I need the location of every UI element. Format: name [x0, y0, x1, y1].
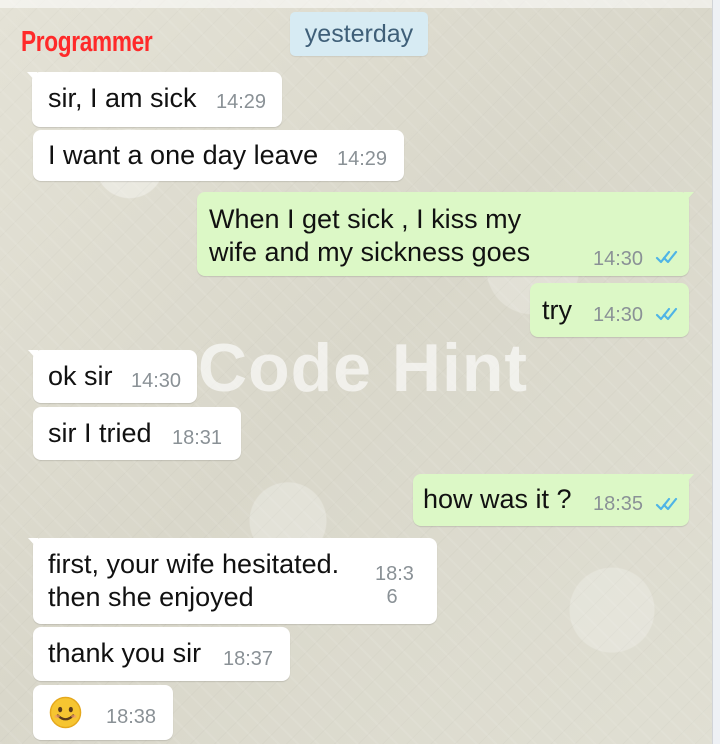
double-check-icon — [655, 307, 678, 321]
double-check-icon — [655, 250, 678, 264]
message-bubble-outgoing[interactable]: try 14:30 — [530, 283, 689, 337]
message-bubble-incoming[interactable]: 18:38 — [33, 685, 173, 740]
message-bubble-outgoing[interactable]: how was it ? 18:35 — [413, 474, 694, 526]
message-text: how was it ? — [423, 484, 572, 514]
bubble-tail-icon — [684, 474, 694, 485]
message-bubble-incoming[interactable]: thank you sir 18:37 — [33, 627, 290, 681]
watermark-text: Code Hint — [198, 330, 529, 406]
message-bubble-outgoing[interactable]: When I get sick , I kiss my wife and my … — [197, 192, 694, 276]
brand-label: Programmer — [21, 26, 153, 58]
message-bubble-incoming[interactable]: sir I tried 18:31 — [33, 407, 241, 460]
message-text: ok sir — [48, 361, 113, 391]
message-text: try — [542, 295, 572, 325]
bubble-tail-icon — [28, 538, 38, 549]
message-time: 18:35 — [593, 493, 644, 515]
message-time: 18:3 6 — [375, 563, 414, 608]
bubble-tail-icon — [28, 350, 38, 361]
message-time: 18:38 — [106, 706, 157, 728]
chat-screenshot: Programmer Code Hint yesterday sir, I am… — [0, 0, 720, 744]
bubble-tail-icon — [27, 72, 37, 83]
message-text: I want a one day leave — [48, 140, 319, 170]
bubble-tail-icon — [684, 192, 694, 203]
message-bubble-incoming[interactable]: ok sir 14:30 — [28, 350, 197, 403]
message-bubble-incoming[interactable]: first, your wife hesitated. then she enj… — [28, 538, 437, 624]
message-time: 18:31 — [172, 427, 223, 449]
message-time: 14:29 — [216, 91, 267, 113]
screenshot-right-edge — [712, 0, 720, 744]
smiling-face-icon — [49, 696, 82, 729]
message-bubble-incoming[interactable]: sir, I am sick 14:29 — [27, 72, 282, 127]
screenshot-top-edge — [0, 0, 713, 8]
double-check-icon — [655, 497, 678, 511]
message-text: thank you sir — [48, 638, 202, 668]
message-text: When I get sick , I kiss my wife and my … — [209, 204, 531, 267]
message-text: sir I tried — [48, 418, 152, 448]
message-bubble-incoming[interactable]: I want a one day leave 14:29 — [33, 130, 404, 181]
message-text: sir, I am sick — [48, 83, 197, 113]
message-time: 14:30 — [131, 370, 182, 392]
message-time: 14:30 — [593, 304, 644, 326]
message-time: 14:30 — [593, 248, 644, 270]
message-text: first, your wife hesitated. then she enj… — [48, 549, 340, 612]
message-time: 14:29 — [337, 148, 388, 170]
message-time: 18:37 — [223, 648, 274, 670]
date-chip: yesterday — [290, 12, 428, 56]
